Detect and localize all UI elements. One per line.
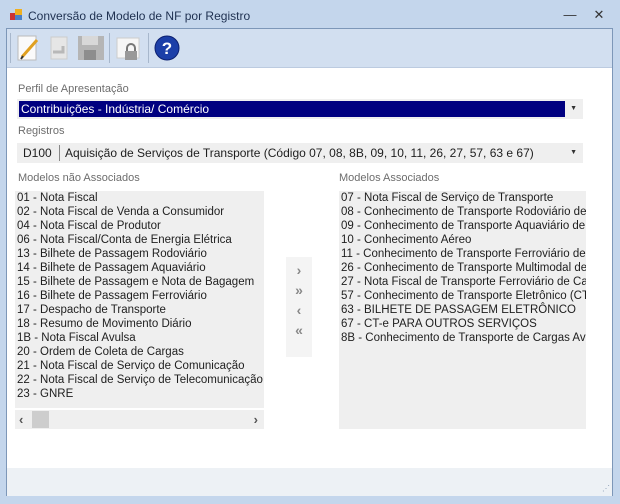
list-item[interactable]: 63 - BILHETE DE PASSAGEM ELETRÔNICO [339,303,586,317]
list-item[interactable]: 16 - Bilhete de Passagem Ferroviário [15,289,264,303]
list-item[interactable]: 02 - Nota Fiscal de Venda a Consumidor [15,205,264,219]
toolbar: ? [7,29,612,68]
list-item[interactable]: 23 - GNRE [15,387,264,401]
registro-value: Aquisição de Serviços de Transporte (Cód… [59,145,534,161]
list-item[interactable]: 07 - Nota Fiscal de Serviço de Transport… [339,191,586,205]
add-all-button[interactable]: » [286,280,312,300]
list-item[interactable]: 09 - Conhecimento de Transporte Aquaviár… [339,219,586,233]
nao-associados-list[interactable]: 01 - Nota Fiscal 02 - Nota Fiscal de Vend… [15,191,264,408]
list-item[interactable]: 1B - Nota Fiscal Avulsa [15,331,264,345]
lock-icon[interactable] [113,32,143,64]
undo-icon[interactable] [43,32,73,64]
svg-text:?: ? [162,39,172,58]
list-item[interactable]: 14 - Bilhete de Passagem Aquaviário [15,261,264,275]
footer: ⋰ [7,468,612,496]
list-item[interactable]: 15 - Bilhete de Passagem e Nota de Bagag… [15,275,264,289]
scroll-thumb[interactable] [32,411,49,428]
perfil-select[interactable]: Contribuições - Indústria/ Comércio ▼ [17,99,583,119]
list-item[interactable]: 20 - Ordem de Coleta de Cargas [15,345,264,359]
remove-all-button[interactable]: « [286,320,312,340]
close-button[interactable]: ✕ [589,8,609,22]
save-icon[interactable] [75,32,105,64]
list-item[interactable]: 01 - Nota Fiscal [15,191,264,205]
window-body: ? Perfil de Apresentação Contribuições -… [6,28,613,496]
list-item[interactable]: 21 - Nota Fiscal de Serviço de Comunicaç… [15,359,264,373]
move-buttons: › » ‹ « [286,257,312,357]
separator [148,33,149,63]
list-item[interactable]: 17 - Despacho de Transporte [15,303,264,317]
scroll-right-icon[interactable]: › [254,412,258,427]
list-item[interactable]: 06 - Nota Fiscal/Conta de Energia Elétri… [15,233,264,247]
list-item[interactable]: 10 - Conhecimento Aéreo [339,233,586,247]
registros-select[interactable]: D100 Aquisição de Serviços de Transporte… [17,143,583,163]
separator [109,33,110,63]
list-item[interactable]: 57 - Conhecimento de Transporte Eletrôni… [339,289,586,303]
list-item[interactable]: 11 - Conhecimento de Transporte Ferroviá… [339,247,586,261]
registros-label: Registros [18,125,65,137]
scroll-left-icon[interactable]: ‹ [19,412,23,427]
list-item[interactable]: 26 - Conhecimento de Transporte Multimod… [339,261,586,275]
perfil-value: Contribuições - Indústria/ Comércio [19,101,565,117]
window-title: Conversão de Modelo de NF por Registro [28,9,251,23]
list-item[interactable]: 67 - CT-e PARA OUTROS SERVIÇOS [339,317,586,331]
chevron-down-icon[interactable]: ▼ [570,149,577,156]
list-item[interactable]: 8B - Conhecimento de Transporte de Carga… [339,331,586,345]
list-item[interactable]: 18 - Resumo de Movimento Diário [15,317,264,331]
associados-list[interactable]: 07 - Nota Fiscal de Serviço de Transport… [339,191,586,429]
new-icon[interactable] [13,32,43,64]
add-button[interactable]: › [286,260,312,280]
nao-associados-label: Modelos não Associados [18,172,140,184]
list-item[interactable]: 13 - Bilhete de Passagem Rodoviário [15,247,264,261]
associados-label: Modelos Associados [339,172,440,184]
separator [10,33,11,63]
help-icon[interactable]: ? [152,32,182,64]
list-item[interactable]: 22 - Nota Fiscal de Serviço de Telecomun… [15,373,264,387]
list-item[interactable]: 04 - Nota Fiscal de Produtor [15,219,264,233]
chevron-down-icon[interactable]: ▼ [570,105,577,112]
perfil-label: Perfil de Apresentação [18,83,129,95]
list-item[interactable]: 08 - Conhecimento de Transporte Rodoviár… [339,205,586,219]
app-icon [10,9,22,21]
horizontal-scrollbar[interactable]: ‹ › [15,410,264,429]
minimize-button[interactable]: — [560,8,580,22]
remove-button[interactable]: ‹ [286,300,312,320]
registro-code: D100 [23,146,52,160]
title-bar: Conversão de Modelo de NF por Registro —… [0,0,620,28]
list-item[interactable]: 27 - Nota Fiscal de Transporte Ferroviár… [339,275,586,289]
resize-grip-icon[interactable]: ⋰ [602,484,610,493]
